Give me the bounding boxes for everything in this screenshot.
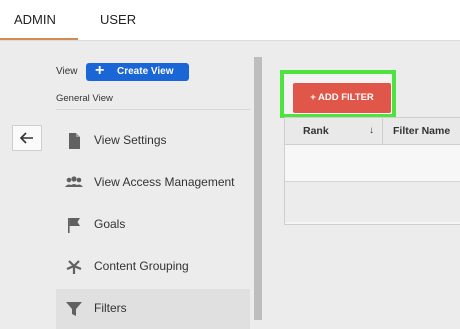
scrollbar-thumb[interactable] — [254, 57, 262, 320]
column-header-rank[interactable]: Rank ↓ — [285, 118, 383, 144]
table-header: Rank ↓ Filter Name — [285, 118, 460, 145]
sort-arrow-icon: ↓ — [369, 125, 374, 136]
sidebar-item-label: Filters — [94, 301, 127, 315]
sidebar: View + Create View General View View Set… — [0, 41, 262, 329]
sidebar-item-view-settings[interactable]: View Settings — [56, 121, 250, 161]
column-header-label: Filter Name — [393, 125, 451, 137]
sidebar-item-label: View Settings — [94, 133, 167, 147]
filter-icon — [66, 302, 82, 316]
filters-panel: + ADD FILTER Rank ↓ Filter Name — [280, 70, 460, 320]
document-icon — [69, 133, 80, 149]
add-filter-highlight: + ADD FILTER — [280, 70, 396, 118]
merge-icon — [66, 260, 82, 274]
view-label: View — [56, 66, 78, 77]
create-view-button[interactable]: + Create View — [86, 62, 189, 81]
plus-icon: + — [95, 62, 105, 79]
tab-admin[interactable]: ADMIN — [14, 0, 56, 40]
add-filter-button[interactable]: + ADD FILTER — [293, 83, 391, 113]
divider — [56, 109, 250, 110]
table-row — [285, 145, 460, 182]
filters-table: Rank ↓ Filter Name — [284, 117, 460, 225]
current-view-name: General View — [56, 93, 113, 104]
arrow-left-icon — [19, 132, 33, 144]
sidebar-item-view-access-management[interactable]: View Access Management — [56, 163, 250, 203]
table-row — [285, 182, 460, 222]
top-tabs: ADMIN USER — [0, 0, 460, 41]
sidebar-item-goals[interactable]: Goals — [56, 205, 250, 245]
create-view-label: Create View — [117, 66, 174, 77]
users-icon — [65, 176, 83, 187]
sidebar-item-label: Content Grouping — [94, 259, 189, 273]
sidebar-item-label: Goals — [94, 217, 126, 231]
active-tab-indicator — [0, 38, 78, 40]
sidebar-item-filters[interactable]: Filters — [56, 289, 250, 329]
sidebar-item-content-grouping[interactable]: Content Grouping — [56, 247, 250, 287]
sidebar-item-label: View Access Management — [94, 175, 235, 189]
flag-icon — [68, 218, 80, 233]
column-header-filter-name[interactable]: Filter Name — [383, 118, 460, 144]
back-button[interactable] — [12, 125, 42, 151]
sidebar-scrollbar[interactable] — [254, 57, 262, 320]
column-header-label: Rank — [303, 125, 329, 137]
tab-user[interactable]: USER — [100, 0, 136, 40]
